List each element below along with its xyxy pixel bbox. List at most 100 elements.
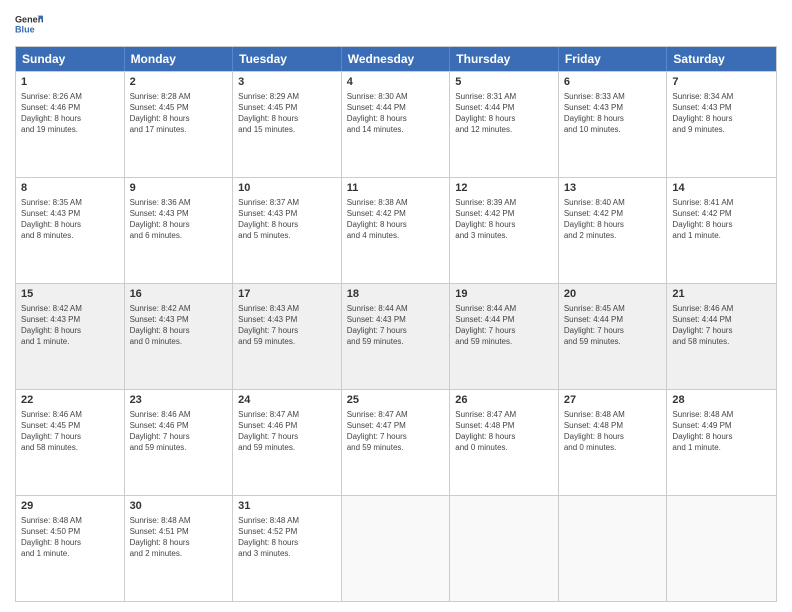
day-info: Sunrise: 8:44 AM Sunset: 4:44 PM Dayligh… — [455, 303, 553, 348]
day-info: Sunrise: 8:31 AM Sunset: 4:44 PM Dayligh… — [455, 91, 553, 136]
table-row: 23Sunrise: 8:46 AM Sunset: 4:46 PM Dayli… — [125, 390, 234, 495]
table-row: 19Sunrise: 8:44 AM Sunset: 4:44 PM Dayli… — [450, 284, 559, 389]
table-row: 20Sunrise: 8:45 AM Sunset: 4:44 PM Dayli… — [559, 284, 668, 389]
table-row: 31Sunrise: 8:48 AM Sunset: 4:52 PM Dayli… — [233, 496, 342, 601]
day-header-friday: Friday — [559, 47, 668, 71]
day-number: 7 — [672, 75, 771, 90]
day-number: 26 — [455, 393, 553, 408]
table-row — [342, 496, 451, 601]
day-number: 28 — [672, 393, 771, 408]
day-number: 8 — [21, 181, 119, 196]
day-number: 29 — [21, 499, 119, 514]
day-number: 15 — [21, 287, 119, 302]
day-number: 17 — [238, 287, 336, 302]
table-row: 5Sunrise: 8:31 AM Sunset: 4:44 PM Daylig… — [450, 72, 559, 177]
table-row: 28Sunrise: 8:48 AM Sunset: 4:49 PM Dayli… — [667, 390, 776, 495]
day-info: Sunrise: 8:46 AM Sunset: 4:46 PM Dayligh… — [130, 409, 228, 454]
day-info: Sunrise: 8:47 AM Sunset: 4:48 PM Dayligh… — [455, 409, 553, 454]
day-number: 12 — [455, 181, 553, 196]
page: General Blue SundayMondayTuesdayWednesda… — [0, 0, 792, 612]
day-info: Sunrise: 8:43 AM Sunset: 4:43 PM Dayligh… — [238, 303, 336, 348]
day-info: Sunrise: 8:48 AM Sunset: 4:51 PM Dayligh… — [130, 515, 228, 560]
day-info: Sunrise: 8:38 AM Sunset: 4:42 PM Dayligh… — [347, 197, 445, 242]
day-number: 20 — [564, 287, 662, 302]
day-header-wednesday: Wednesday — [342, 47, 451, 71]
table-row: 17Sunrise: 8:43 AM Sunset: 4:43 PM Dayli… — [233, 284, 342, 389]
day-header-saturday: Saturday — [667, 47, 776, 71]
day-number: 24 — [238, 393, 336, 408]
table-row: 30Sunrise: 8:48 AM Sunset: 4:51 PM Dayli… — [125, 496, 234, 601]
day-number: 11 — [347, 181, 445, 196]
table-row: 27Sunrise: 8:48 AM Sunset: 4:48 PM Dayli… — [559, 390, 668, 495]
table-row: 22Sunrise: 8:46 AM Sunset: 4:45 PM Dayli… — [16, 390, 125, 495]
table-row: 29Sunrise: 8:48 AM Sunset: 4:50 PM Dayli… — [16, 496, 125, 601]
table-row — [667, 496, 776, 601]
day-info: Sunrise: 8:29 AM Sunset: 4:45 PM Dayligh… — [238, 91, 336, 136]
day-info: Sunrise: 8:48 AM Sunset: 4:50 PM Dayligh… — [21, 515, 119, 560]
day-number: 30 — [130, 499, 228, 514]
day-number: 22 — [21, 393, 119, 408]
day-header-thursday: Thursday — [450, 47, 559, 71]
day-info: Sunrise: 8:40 AM Sunset: 4:42 PM Dayligh… — [564, 197, 662, 242]
day-info: Sunrise: 8:39 AM Sunset: 4:42 PM Dayligh… — [455, 197, 553, 242]
day-info: Sunrise: 8:35 AM Sunset: 4:43 PM Dayligh… — [21, 197, 119, 242]
day-number: 3 — [238, 75, 336, 90]
day-number: 21 — [672, 287, 771, 302]
day-header-tuesday: Tuesday — [233, 47, 342, 71]
day-number: 1 — [21, 75, 119, 90]
day-number: 6 — [564, 75, 662, 90]
day-number: 13 — [564, 181, 662, 196]
day-info: Sunrise: 8:44 AM Sunset: 4:43 PM Dayligh… — [347, 303, 445, 348]
table-row: 11Sunrise: 8:38 AM Sunset: 4:42 PM Dayli… — [342, 178, 451, 283]
day-number: 16 — [130, 287, 228, 302]
day-info: Sunrise: 8:33 AM Sunset: 4:43 PM Dayligh… — [564, 91, 662, 136]
day-number: 27 — [564, 393, 662, 408]
calendar-body: 1Sunrise: 8:26 AM Sunset: 4:46 PM Daylig… — [16, 71, 776, 601]
day-number: 14 — [672, 181, 771, 196]
day-info: Sunrise: 8:47 AM Sunset: 4:47 PM Dayligh… — [347, 409, 445, 454]
day-info: Sunrise: 8:42 AM Sunset: 4:43 PM Dayligh… — [130, 303, 228, 348]
calendar-week-2: 8Sunrise: 8:35 AM Sunset: 4:43 PM Daylig… — [16, 177, 776, 283]
logo-icon: General Blue — [15, 10, 43, 38]
table-row: 10Sunrise: 8:37 AM Sunset: 4:43 PM Dayli… — [233, 178, 342, 283]
table-row: 13Sunrise: 8:40 AM Sunset: 4:42 PM Dayli… — [559, 178, 668, 283]
table-row: 15Sunrise: 8:42 AM Sunset: 4:43 PM Dayli… — [16, 284, 125, 389]
table-row: 7Sunrise: 8:34 AM Sunset: 4:43 PM Daylig… — [667, 72, 776, 177]
table-row: 21Sunrise: 8:46 AM Sunset: 4:44 PM Dayli… — [667, 284, 776, 389]
day-number: 25 — [347, 393, 445, 408]
day-info: Sunrise: 8:46 AM Sunset: 4:45 PM Dayligh… — [21, 409, 119, 454]
day-info: Sunrise: 8:41 AM Sunset: 4:42 PM Dayligh… — [672, 197, 771, 242]
day-info: Sunrise: 8:42 AM Sunset: 4:43 PM Dayligh… — [21, 303, 119, 348]
day-number: 2 — [130, 75, 228, 90]
day-info: Sunrise: 8:28 AM Sunset: 4:45 PM Dayligh… — [130, 91, 228, 136]
table-row: 26Sunrise: 8:47 AM Sunset: 4:48 PM Dayli… — [450, 390, 559, 495]
day-info: Sunrise: 8:37 AM Sunset: 4:43 PM Dayligh… — [238, 197, 336, 242]
calendar-header: SundayMondayTuesdayWednesdayThursdayFrid… — [16, 47, 776, 71]
table-row: 24Sunrise: 8:47 AM Sunset: 4:46 PM Dayli… — [233, 390, 342, 495]
table-row: 1Sunrise: 8:26 AM Sunset: 4:46 PM Daylig… — [16, 72, 125, 177]
table-row: 3Sunrise: 8:29 AM Sunset: 4:45 PM Daylig… — [233, 72, 342, 177]
table-row: 2Sunrise: 8:28 AM Sunset: 4:45 PM Daylig… — [125, 72, 234, 177]
calendar-week-4: 22Sunrise: 8:46 AM Sunset: 4:45 PM Dayli… — [16, 389, 776, 495]
day-number: 4 — [347, 75, 445, 90]
table-row: 12Sunrise: 8:39 AM Sunset: 4:42 PM Dayli… — [450, 178, 559, 283]
day-info: Sunrise: 8:46 AM Sunset: 4:44 PM Dayligh… — [672, 303, 771, 348]
day-info: Sunrise: 8:36 AM Sunset: 4:43 PM Dayligh… — [130, 197, 228, 242]
day-header-sunday: Sunday — [16, 47, 125, 71]
day-info: Sunrise: 8:30 AM Sunset: 4:44 PM Dayligh… — [347, 91, 445, 136]
table-row — [559, 496, 668, 601]
logo: General Blue — [15, 10, 23, 38]
header: General Blue — [15, 10, 777, 38]
calendar-week-3: 15Sunrise: 8:42 AM Sunset: 4:43 PM Dayli… — [16, 283, 776, 389]
table-row: 4Sunrise: 8:30 AM Sunset: 4:44 PM Daylig… — [342, 72, 451, 177]
table-row — [450, 496, 559, 601]
day-number: 5 — [455, 75, 553, 90]
svg-text:Blue: Blue — [15, 24, 35, 34]
table-row: 14Sunrise: 8:41 AM Sunset: 4:42 PM Dayli… — [667, 178, 776, 283]
day-number: 9 — [130, 181, 228, 196]
day-info: Sunrise: 8:48 AM Sunset: 4:48 PM Dayligh… — [564, 409, 662, 454]
day-info: Sunrise: 8:48 AM Sunset: 4:49 PM Dayligh… — [672, 409, 771, 454]
day-header-monday: Monday — [125, 47, 234, 71]
calendar-week-5: 29Sunrise: 8:48 AM Sunset: 4:50 PM Dayli… — [16, 495, 776, 601]
day-info: Sunrise: 8:47 AM Sunset: 4:46 PM Dayligh… — [238, 409, 336, 454]
